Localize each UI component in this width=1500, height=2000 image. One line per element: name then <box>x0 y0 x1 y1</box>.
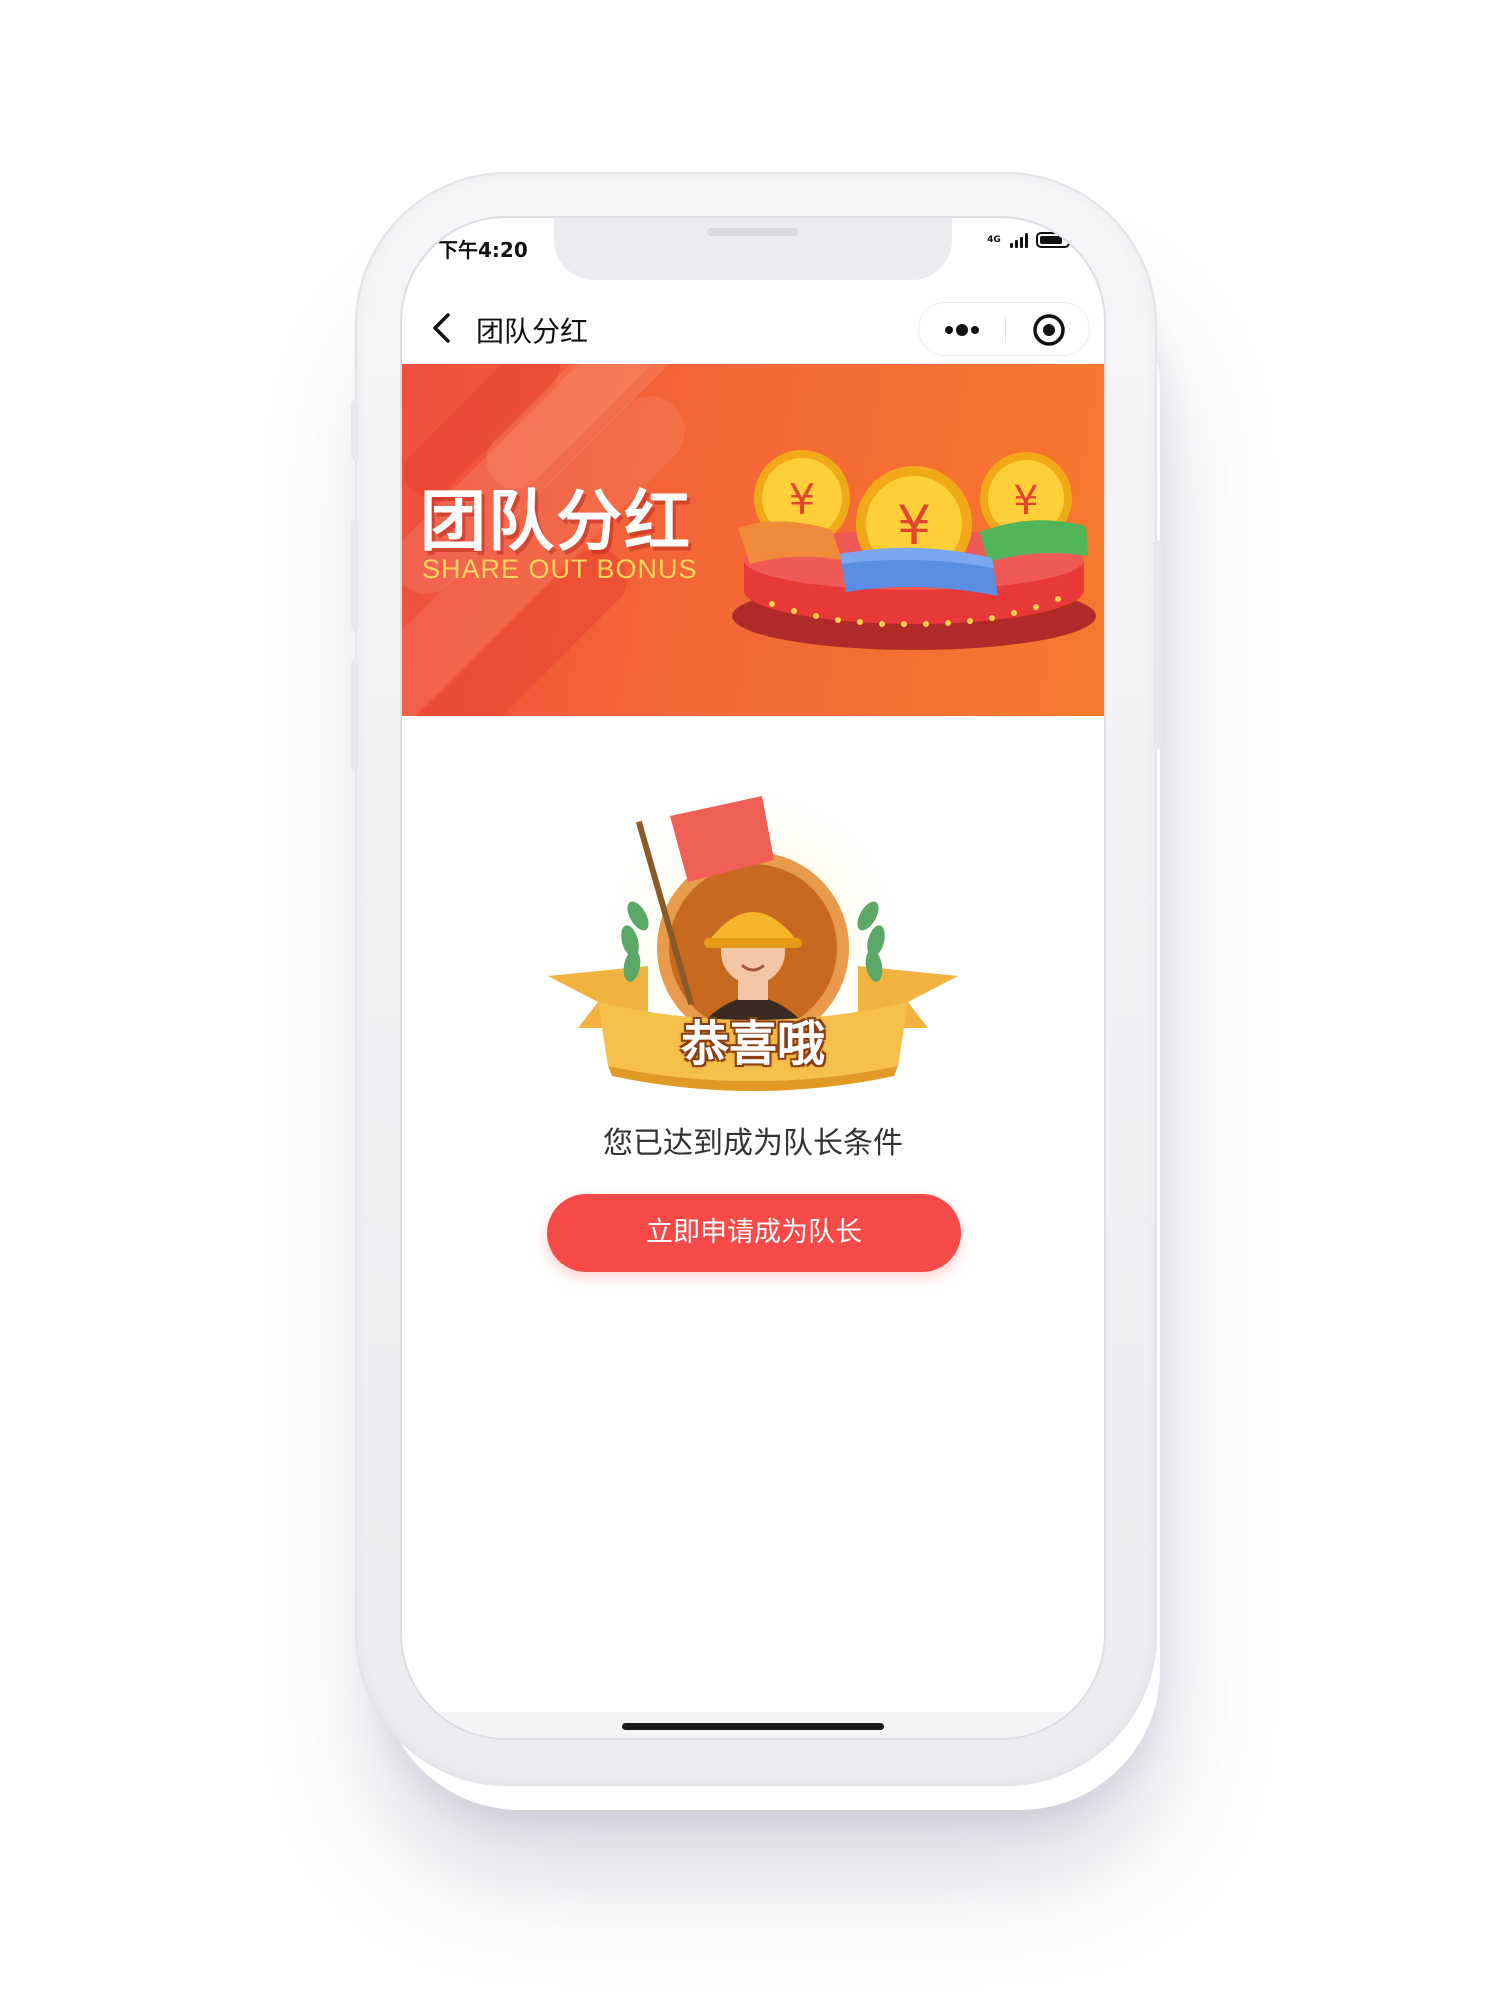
more-dots-icon <box>945 324 979 336</box>
volume-up-button <box>351 520 359 630</box>
phone-screen: 下午4:20 4G 团队分红 ¥ ¥ ¥ 团队分红 SHARE OUT BONU… <box>402 218 1104 1738</box>
power-button <box>1153 540 1161 750</box>
more-menu-button[interactable] <box>919 303 1005 357</box>
apply-captain-button[interactable]: 立即申请成为队长 <box>547 1194 961 1272</box>
status-time: 下午4:20 <box>438 238 528 262</box>
stage: 下午4:20 4G 团队分红 ¥ ¥ ¥ 团队分红 SHARE OUT BONU… <box>0 0 1500 2000</box>
target-circle-icon <box>1033 314 1065 346</box>
banner-title: 团队分红 <box>420 483 692 560</box>
volume-down-button <box>351 660 359 770</box>
network-label: 4G <box>987 234 1001 245</box>
coin-symbol-left: ¥ <box>789 475 816 524</box>
mute-switch <box>351 400 359 460</box>
battery-icon <box>1036 232 1074 248</box>
notch <box>554 218 952 280</box>
share-bonus-banner: ¥ ¥ ¥ 团队分红 SHARE OUT BONUS <box>402 364 1104 716</box>
qualification-message: 您已达到成为队长条件 <box>603 1126 903 1161</box>
badge-label: 恭喜哦 <box>680 1016 825 1072</box>
coin-symbol-right: ¥ <box>1013 478 1038 524</box>
banner-subtitle: SHARE OUT BONUS <box>422 554 698 584</box>
back-button[interactable] <box>422 308 462 348</box>
battery-level <box>1040 236 1062 244</box>
home-indicator[interactable] <box>622 1723 884 1730</box>
status-indicators: 4G <box>986 232 1074 248</box>
congrats-badge: 恭喜哦 <box>538 766 968 1106</box>
mini-program-capsule <box>918 302 1090 356</box>
close-mini-program-button[interactable] <box>1006 303 1092 357</box>
coin-symbol-center: ¥ <box>897 494 931 557</box>
page-title: 团队分红 <box>476 315 589 348</box>
nav-bar: 团队分红 <box>402 290 1104 366</box>
speaker-grille <box>707 228 799 236</box>
signal-icon <box>1010 232 1028 248</box>
chevron-left-icon <box>433 313 450 343</box>
